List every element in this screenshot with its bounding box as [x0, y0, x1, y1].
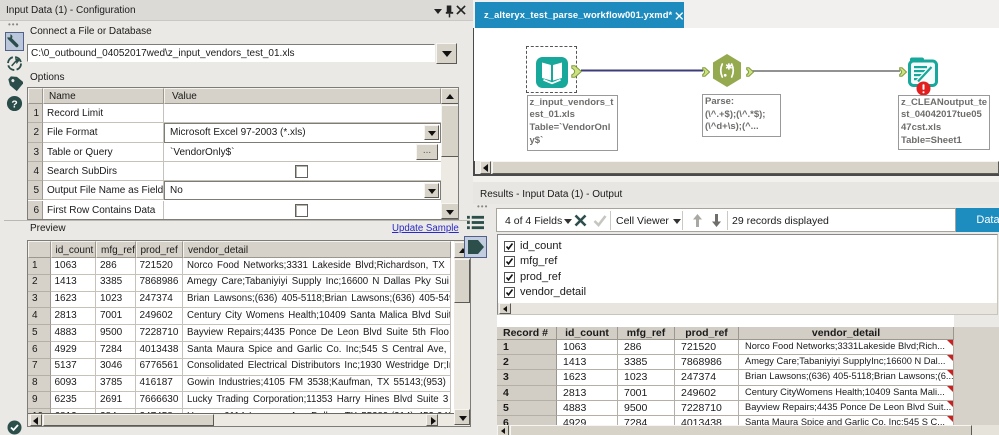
svg-text:?: ? — [11, 99, 17, 110]
